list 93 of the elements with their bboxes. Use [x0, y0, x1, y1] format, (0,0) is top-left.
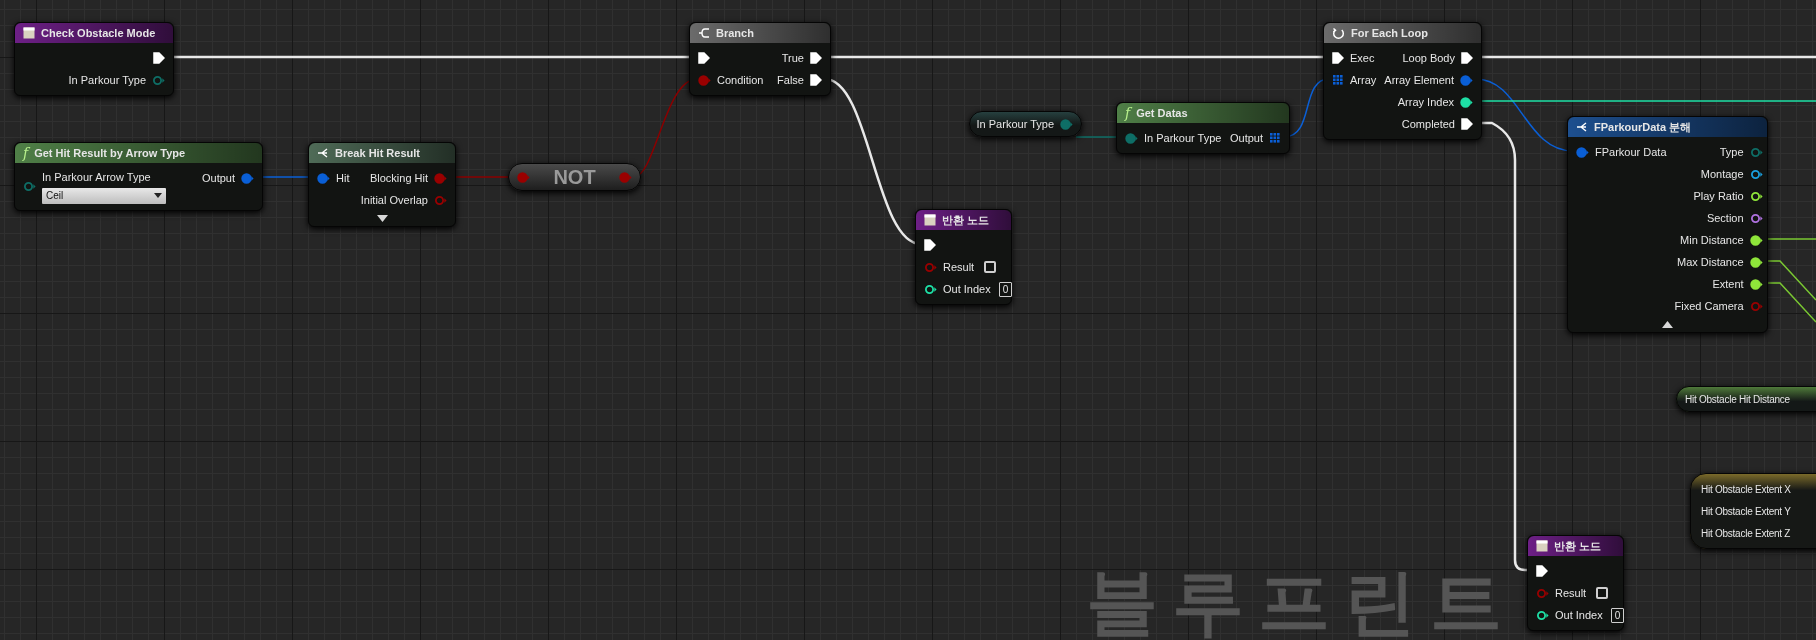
exec-pin[interactable]: [1536, 565, 1548, 577]
data-pin[interactable]: [1536, 609, 1549, 621]
corner-label: 블루프린트: [1086, 566, 1516, 638]
pin-label: Output: [1229, 130, 1263, 146]
exec-pin[interactable]: [810, 74, 822, 86]
node-title: Get Datas: [1136, 105, 1188, 121]
exec-pin[interactable]: [810, 52, 822, 64]
data-pin[interactable]: [1749, 168, 1763, 180]
pin-label: Hit Obstacle Extent Z: [1701, 526, 1791, 541]
pin-label: Out Index: [1555, 607, 1603, 623]
exec-pin[interactable]: [1461, 52, 1473, 64]
pin-label: Completed: [1401, 116, 1455, 132]
data-pin[interactable]: [1749, 190, 1763, 202]
graph-node[interactable]: Branch Condition True False: [689, 22, 831, 96]
array-pin[interactable]: [1269, 132, 1281, 144]
pin-label: Play Ratio: [1693, 188, 1744, 204]
data-pin[interactable]: [1749, 212, 1763, 224]
pin-label: Initial Overlap: [360, 192, 428, 208]
data-pin[interactable]: [1749, 278, 1763, 290]
panel-icon: [23, 27, 35, 39]
panel-icon: [1536, 540, 1548, 552]
graph-node[interactable]: FParkourData 분해 FParkour Data Type Montage Play Ratio Section Min Distance Max Distance Extent Fixed Camera: [1567, 116, 1768, 333]
panel-icon: [924, 214, 936, 226]
variable-node[interactable]: Hit Obstacle Hit Distance: [1676, 386, 1816, 412]
exec-pin[interactable]: [1461, 118, 1473, 130]
pin-label: Condition: [717, 72, 764, 88]
graph-node[interactable]: Check Obstacle Mode In Parkour Type: [14, 22, 174, 96]
number-field[interactable]: 0: [998, 281, 1013, 297]
pin-label: In Parkour Arrow Type: [42, 170, 152, 185]
graph-node[interactable]: 반환 노드 Result Out Index 0: [915, 209, 1012, 305]
variable-node[interactable]: In Parkour Type: [969, 111, 1082, 137]
array-pin[interactable]: [1332, 74, 1344, 86]
pin-label: Loop Body: [1402, 50, 1455, 66]
pin-label: In Parkour Type: [1144, 130, 1222, 146]
graph-node[interactable]: Break Hit Result Hit Blocking Hit Initial Overlap: [308, 142, 456, 227]
data-pin[interactable]: [1460, 96, 1473, 108]
node-title: FParkourData 분해: [1594, 119, 1692, 135]
graph-node[interactable]: f Get Datas In Parkour Type Output: [1116, 102, 1290, 154]
exec-pin[interactable]: [698, 52, 710, 64]
pin-label: Array Index: [1397, 94, 1454, 110]
pin-label: Result: [943, 259, 975, 275]
pin-label: Hit: [336, 170, 350, 186]
pin-label: Result: [1555, 585, 1587, 601]
data-pin[interactable]: [1749, 256, 1763, 268]
checkbox[interactable]: [1596, 587, 1609, 599]
node-title: Get Hit Result by Arrow Type: [34, 145, 186, 161]
variable-node[interactable]: Hit Obstacle Extent X Hit Obstacle Extent Y Hit Obstacle Extent Z: [1690, 473, 1816, 549]
pin-label: FParkour Data: [1595, 144, 1667, 160]
number-field[interactable]: 0: [1610, 607, 1625, 623]
node-title: In Parkour Type: [976, 116, 1054, 132]
pin-label: Min Distance: [1680, 232, 1744, 248]
pin-label: Extent: [1712, 276, 1744, 292]
branch-icon: [698, 27, 710, 39]
pin-label: Out Index: [943, 281, 991, 297]
pin-label: Section: [1706, 210, 1744, 226]
node-title: Hit Obstacle Hit Distance: [1685, 392, 1790, 407]
node-title: Break Hit Result: [335, 145, 420, 161]
node-title: Branch: [716, 25, 754, 41]
checkbox[interactable]: [984, 261, 997, 273]
node-title: For Each Loop: [1351, 25, 1428, 41]
dropdown-field[interactable]: Ceil: [42, 187, 166, 204]
pin-label: Array: [1350, 72, 1377, 88]
data-pin[interactable]: [924, 283, 937, 295]
function-icon: f: [1125, 106, 1131, 120]
split-icon: [1576, 121, 1588, 133]
node-title: NOT: [553, 165, 596, 190]
split-icon: [317, 147, 329, 159]
pin-label: Hit Obstacle Extent X: [1701, 482, 1791, 497]
pin-label: False: [777, 72, 804, 88]
pin-label: Blocking Hit: [369, 170, 428, 186]
data-pin[interactable]: [1749, 234, 1763, 246]
node-title: 반환 노드: [942, 212, 990, 228]
pin-label: Output: [201, 170, 235, 186]
exec-pin[interactable]: [924, 239, 936, 251]
pin-label: Fixed Camera: [1674, 298, 1744, 314]
pin-label: True: [781, 50, 804, 66]
node-title: Check Obstacle Mode: [41, 25, 156, 41]
pin-label: In Parkour Type: [68, 72, 146, 88]
loop-icon: [1332, 26, 1345, 40]
exec-pin[interactable]: [1332, 52, 1344, 64]
pin-label: Hit Obstacle Extent Y: [1701, 504, 1791, 519]
graph-node[interactable]: f Get Hit Result by Arrow Type In Parkour Arrow Type Ceil Output: [14, 142, 263, 211]
graph-node[interactable]: 반환 노드 Result Out Index 0: [1527, 535, 1624, 631]
node-title: 반환 노드: [1554, 538, 1602, 554]
graph-node[interactable]: For Each Loop Exec Array Loop Body Array Element Array Index Completed: [1323, 22, 1482, 140]
exec-pin[interactable]: [153, 52, 165, 64]
pin-label: Montage: [1700, 166, 1744, 182]
pin-label: Max Distance: [1676, 254, 1744, 270]
pin-label: Type: [1719, 144, 1744, 160]
pin-label: Exec: [1350, 50, 1375, 66]
function-icon: f: [23, 146, 29, 160]
caret-icon: [154, 193, 162, 198]
pin-label: Array Element: [1384, 72, 1454, 88]
